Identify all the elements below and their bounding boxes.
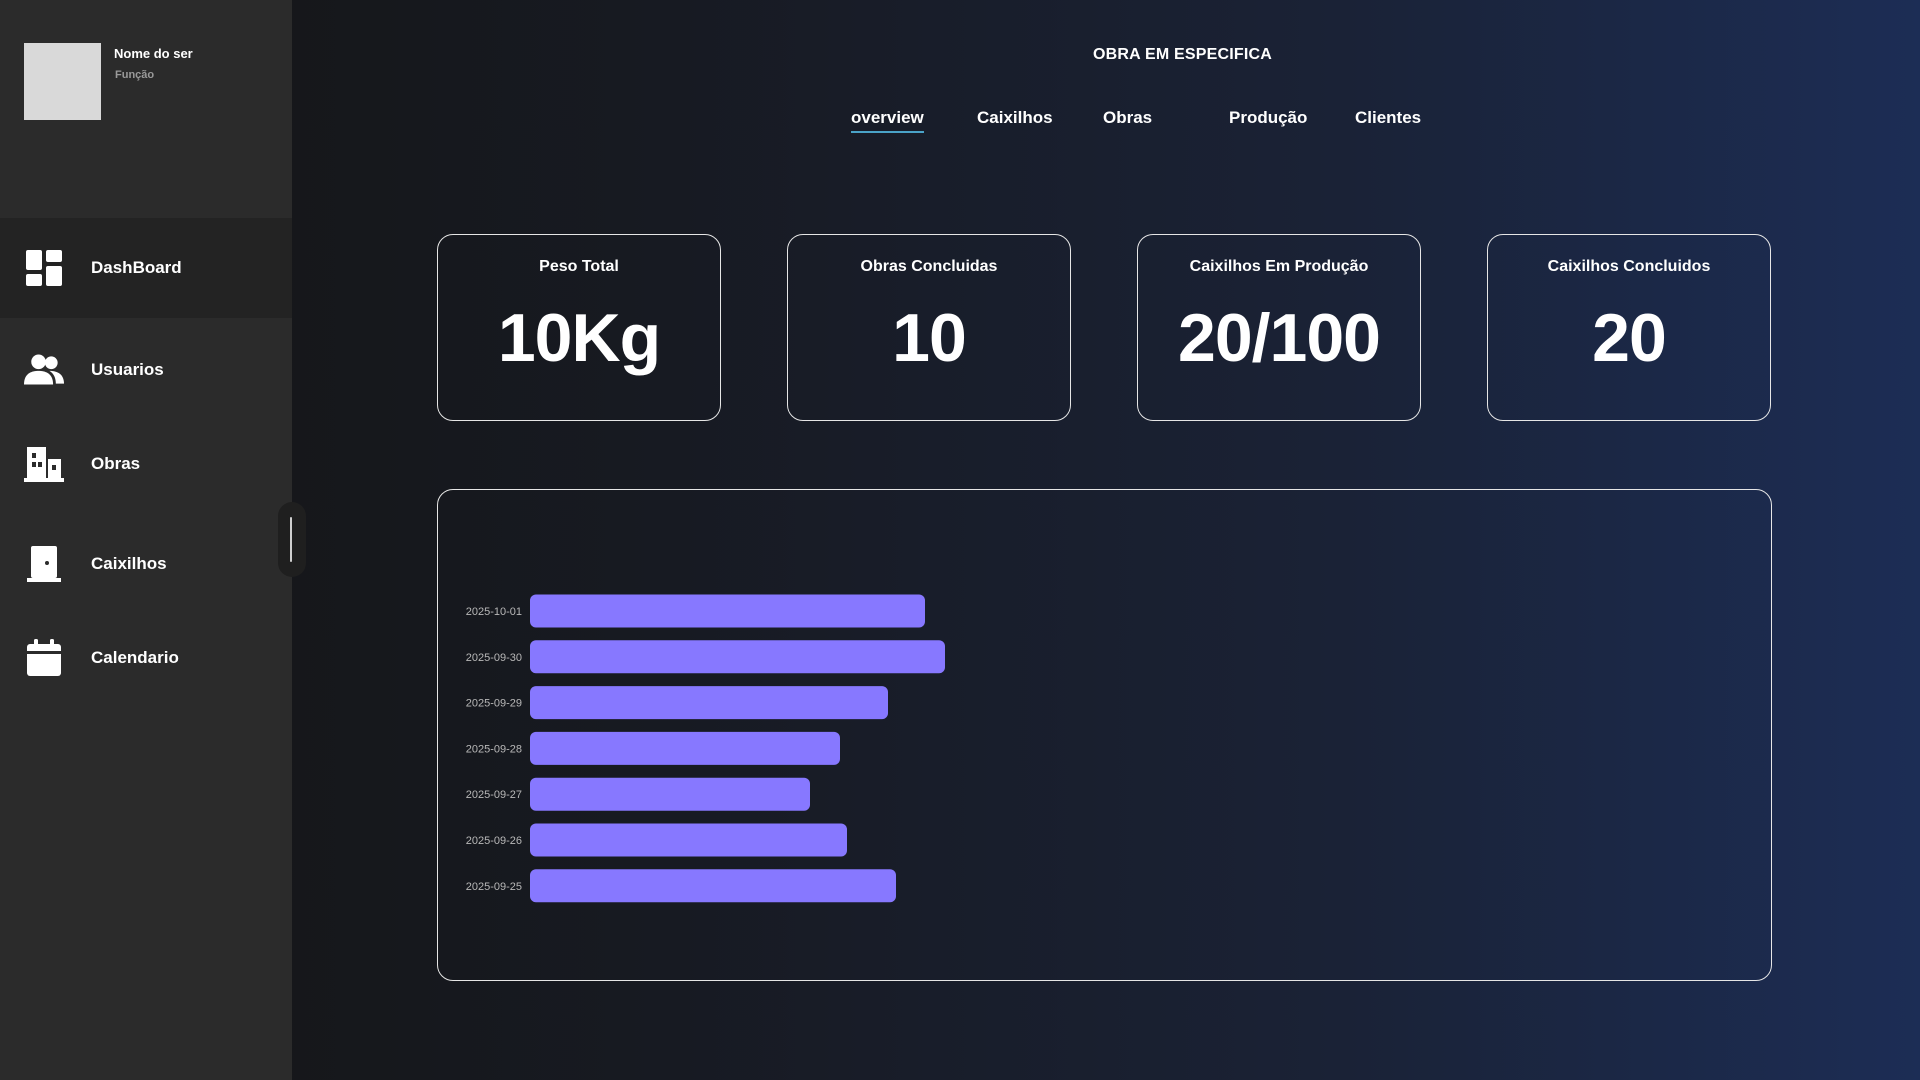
- y-tick-label: 2025-09-25: [466, 881, 522, 893]
- sidebar-item-usuarios[interactable]: Usuarios: [0, 320, 292, 420]
- sidebar-item-dashboard[interactable]: DashBoard: [0, 218, 292, 318]
- users-icon: [24, 350, 64, 390]
- building-icon: [24, 444, 64, 484]
- profile-section: Nome do ser Função: [0, 0, 292, 217]
- sidebar-item-label: Calendario: [91, 648, 179, 667]
- page-title: OBRA EM ESPECIFICA: [1093, 46, 1273, 63]
- door-icon: [24, 544, 64, 584]
- y-tick-label: 2025-10-01: [466, 606, 522, 618]
- chart-bar[interactable]: [530, 731, 840, 765]
- card-label: Caixilhos Em Produção: [1189, 258, 1369, 275]
- card-value: 10: [892, 300, 967, 376]
- chart-panel: 2025-10-01 2025-09-30 2025-09-29 2025-09-28…: [437, 489, 1772, 981]
- card-value: 20: [1592, 300, 1667, 376]
- sidebar-item-caixilhos[interactable]: Caixilhos: [0, 514, 292, 614]
- avatar[interactable]: [24, 43, 101, 120]
- sidebar-item-obras[interactable]: Obras: [0, 414, 292, 514]
- chart-bar[interactable]: [530, 869, 896, 903]
- stat-card-caixilhos-concluidos: Caixilhos Concluidos 20: [1487, 234, 1771, 421]
- sidebar-item-calendario[interactable]: Calendario: [0, 608, 292, 708]
- card-value: 10Kg: [497, 300, 661, 376]
- sidebar-item-label: Obras: [91, 454, 141, 473]
- tab-obras[interactable]: Obras: [1103, 108, 1152, 131]
- chart-bar[interactable]: [530, 640, 945, 674]
- card-label: Peso Total: [539, 258, 619, 275]
- y-tick-label: 2025-09-28: [466, 743, 522, 755]
- dashboard-icon: [24, 248, 64, 288]
- sidebar-item-label: DashBoard: [91, 258, 182, 277]
- card-label: Obras Concluidas: [860, 258, 998, 275]
- chart-bar[interactable]: [530, 823, 847, 857]
- chart-bar[interactable]: [530, 777, 810, 811]
- sidebar-resize-handle[interactable]: [278, 502, 306, 577]
- card-value: 20/100: [1178, 300, 1381, 376]
- sidebar-item-label: Usuarios: [91, 360, 164, 379]
- stat-card-caixilhos-em-producao: Caixilhos Em Produção 20/100: [1137, 234, 1421, 421]
- stat-card-peso-total: Peso Total 10Kg: [437, 234, 721, 421]
- y-tick-label: 2025-09-29: [466, 698, 522, 710]
- tab-caixilhos[interactable]: Caixilhos: [977, 108, 1053, 131]
- sidebar-item-label: Caixilhos: [91, 554, 167, 573]
- sidebar: Nome do ser Função DashBoard Usuarios Ob…: [0, 0, 292, 1080]
- chart-bar[interactable]: [530, 686, 888, 720]
- chart-bar[interactable]: [530, 594, 925, 628]
- profile-name: Nome do ser: [114, 46, 193, 61]
- y-tick-label: 2025-09-26: [466, 835, 522, 847]
- y-tick-label: 2025-09-27: [466, 789, 522, 801]
- profile-role: Função: [115, 69, 155, 81]
- stat-card-obras-concluidas: Obras Concluidas 10: [787, 234, 1071, 421]
- card-label: Caixilhos Concluidos: [1547, 258, 1711, 275]
- y-tick-label: 2025-09-30: [466, 652, 522, 664]
- bar-chart: 2025-10-01 2025-09-30 2025-09-29 2025-09-28…: [466, 594, 945, 903]
- tab-clientes[interactable]: Clientes: [1355, 108, 1421, 131]
- tab-overview[interactable]: overview: [851, 108, 924, 133]
- calendar-icon: [24, 638, 64, 678]
- tab-producao[interactable]: Produção: [1229, 108, 1307, 131]
